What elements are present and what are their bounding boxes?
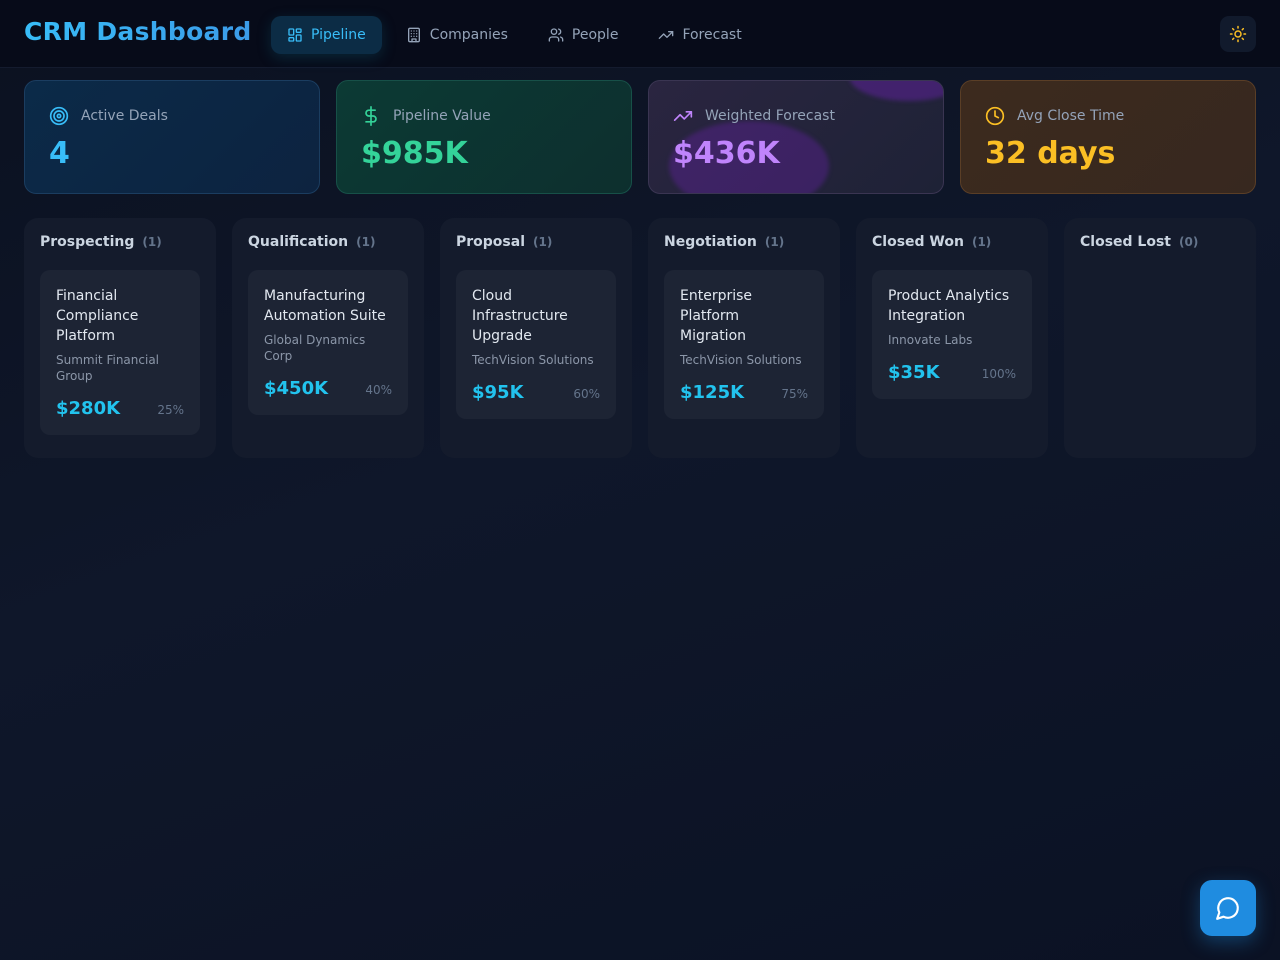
- deal-card[interactable]: Manufacturing Automation Suite Global Dy…: [248, 270, 408, 415]
- stat-card-weighted-forecast: Weighted Forecast $436K: [648, 80, 944, 194]
- nav-label: People: [571, 27, 619, 43]
- deal-value: $280K: [56, 398, 121, 419]
- stat-label: Pipeline Value: [393, 108, 491, 124]
- stat-label: Weighted Forecast: [705, 108, 835, 124]
- trending-up-icon: [659, 30, 674, 39]
- target-icon: [49, 106, 69, 126]
- deal-value: $95K: [472, 382, 524, 403]
- deal-card[interactable]: Product Analytics Integration Innovate L…: [872, 270, 1032, 399]
- deal-value: $450K: [264, 378, 329, 399]
- column-title: Closed Lost: [1080, 234, 1171, 250]
- deal-probability: 100%: [981, 367, 1016, 381]
- message-circle-icon: [1216, 897, 1239, 920]
- deal-title: Manufacturing Automation Suite: [264, 288, 386, 324]
- deal-probability: 60%: [573, 387, 600, 401]
- nav-label: Pipeline: [311, 27, 366, 43]
- trending-up-icon: [673, 111, 693, 121]
- deal-title: Financial Compliance Platform: [56, 288, 139, 344]
- column-title: Prospecting: [40, 234, 135, 250]
- stats-row: Active Deals 4 Pipeline Value $985K Weig…: [24, 80, 1256, 194]
- deal-probability: 75%: [781, 387, 808, 401]
- deal-company: Innovate Labs: [888, 333, 973, 347]
- deal-card[interactable]: Cloud Infrastructure Upgrade TechVision …: [456, 270, 616, 419]
- sun-icon: [1229, 25, 1247, 43]
- column-title: Negotiation: [664, 234, 757, 250]
- stat-value: $985K: [361, 136, 468, 171]
- column-count: (1): [533, 235, 553, 249]
- deal-company: TechVision Solutions: [472, 353, 594, 367]
- column-count: (1): [764, 235, 785, 249]
- stat-card-pipeline-value: Pipeline Value $985K: [336, 80, 632, 194]
- layout-grid-icon: [288, 28, 302, 42]
- chat-button[interactable]: [1200, 880, 1256, 936]
- deal-company: Global Dynamics Corp: [264, 333, 366, 363]
- column-title: Closed Won: [872, 234, 964, 250]
- stat-value: $436K: [673, 136, 780, 171]
- app-title: CRM Dashboard: [24, 17, 252, 46]
- pipeline-column-qualification: Qualification (1) Manufacturing Automati…: [232, 218, 424, 458]
- nav-people[interactable]: People: [532, 16, 635, 54]
- nav-label: Companies: [429, 27, 508, 43]
- nav-pipeline[interactable]: Pipeline: [271, 16, 382, 54]
- pipeline-column-closed-lost: Closed Lost (0): [1064, 218, 1256, 458]
- decorative-blob: [849, 81, 943, 101]
- pipeline-column-prospecting: Prospecting (1) Financial Compliance Pla…: [24, 218, 216, 458]
- deal-title: Enterprise Platform Migration: [680, 288, 753, 344]
- theme-toggle-button[interactable]: [1220, 16, 1256, 52]
- deal-probability: 40%: [365, 383, 392, 397]
- stat-label: Active Deals: [81, 108, 168, 124]
- dollar-icon: [365, 106, 377, 126]
- main-nav: Pipeline Companies People Forecast: [271, 16, 758, 54]
- pipeline-board: Prospecting (1) Financial Compliance Pla…: [24, 218, 1256, 458]
- deal-value: $125K: [680, 382, 745, 403]
- stat-card-avg-close-time: Avg Close Time 32 days: [960, 80, 1256, 194]
- column-title: Qualification: [248, 234, 349, 250]
- column-count: (1): [971, 235, 992, 249]
- column-title: Proposal: [456, 234, 526, 250]
- column-count: (1): [356, 235, 376, 249]
- users-icon: [548, 28, 564, 42]
- deal-title: Cloud Infrastructure Upgrade: [472, 288, 568, 344]
- pipeline-column-negotiation: Negotiation (1) Enterprise Platform Migr…: [648, 218, 840, 458]
- stat-value: 32 days: [985, 136, 1116, 171]
- stat-card-active-deals: Active Deals 4: [24, 80, 320, 194]
- deal-value: $35K: [888, 362, 940, 383]
- deal-company: TechVision Solutions: [680, 353, 802, 367]
- deal-card[interactable]: Enterprise Platform Migration TechVision…: [664, 270, 824, 419]
- deal-probability: 25%: [157, 403, 184, 417]
- pipeline-column-proposal: Proposal (1) Cloud Infrastructure Upgrad…: [440, 218, 632, 458]
- nav-forecast[interactable]: Forecast: [642, 16, 757, 54]
- deal-card[interactable]: Financial Compliance Platform Summit Fin…: [40, 270, 200, 435]
- nav-label: Forecast: [682, 27, 742, 43]
- deal-title: Product Analytics Integration: [888, 288, 1010, 324]
- column-count: (0): [1178, 235, 1199, 249]
- stat-value: 4: [49, 136, 70, 171]
- pipeline-column-closed-won: Closed Won (1) Product Analytics Integra…: [856, 218, 1048, 458]
- column-count: (1): [142, 235, 162, 249]
- building-icon: [407, 27, 420, 43]
- clock-icon: [985, 106, 1005, 126]
- top-bar: CRM Dashboard Pipeline Companies People …: [0, 0, 1280, 68]
- nav-companies[interactable]: Companies: [390, 16, 524, 54]
- stat-label: Avg Close Time: [1017, 108, 1125, 124]
- deal-company: Summit Financial Group: [56, 353, 160, 383]
